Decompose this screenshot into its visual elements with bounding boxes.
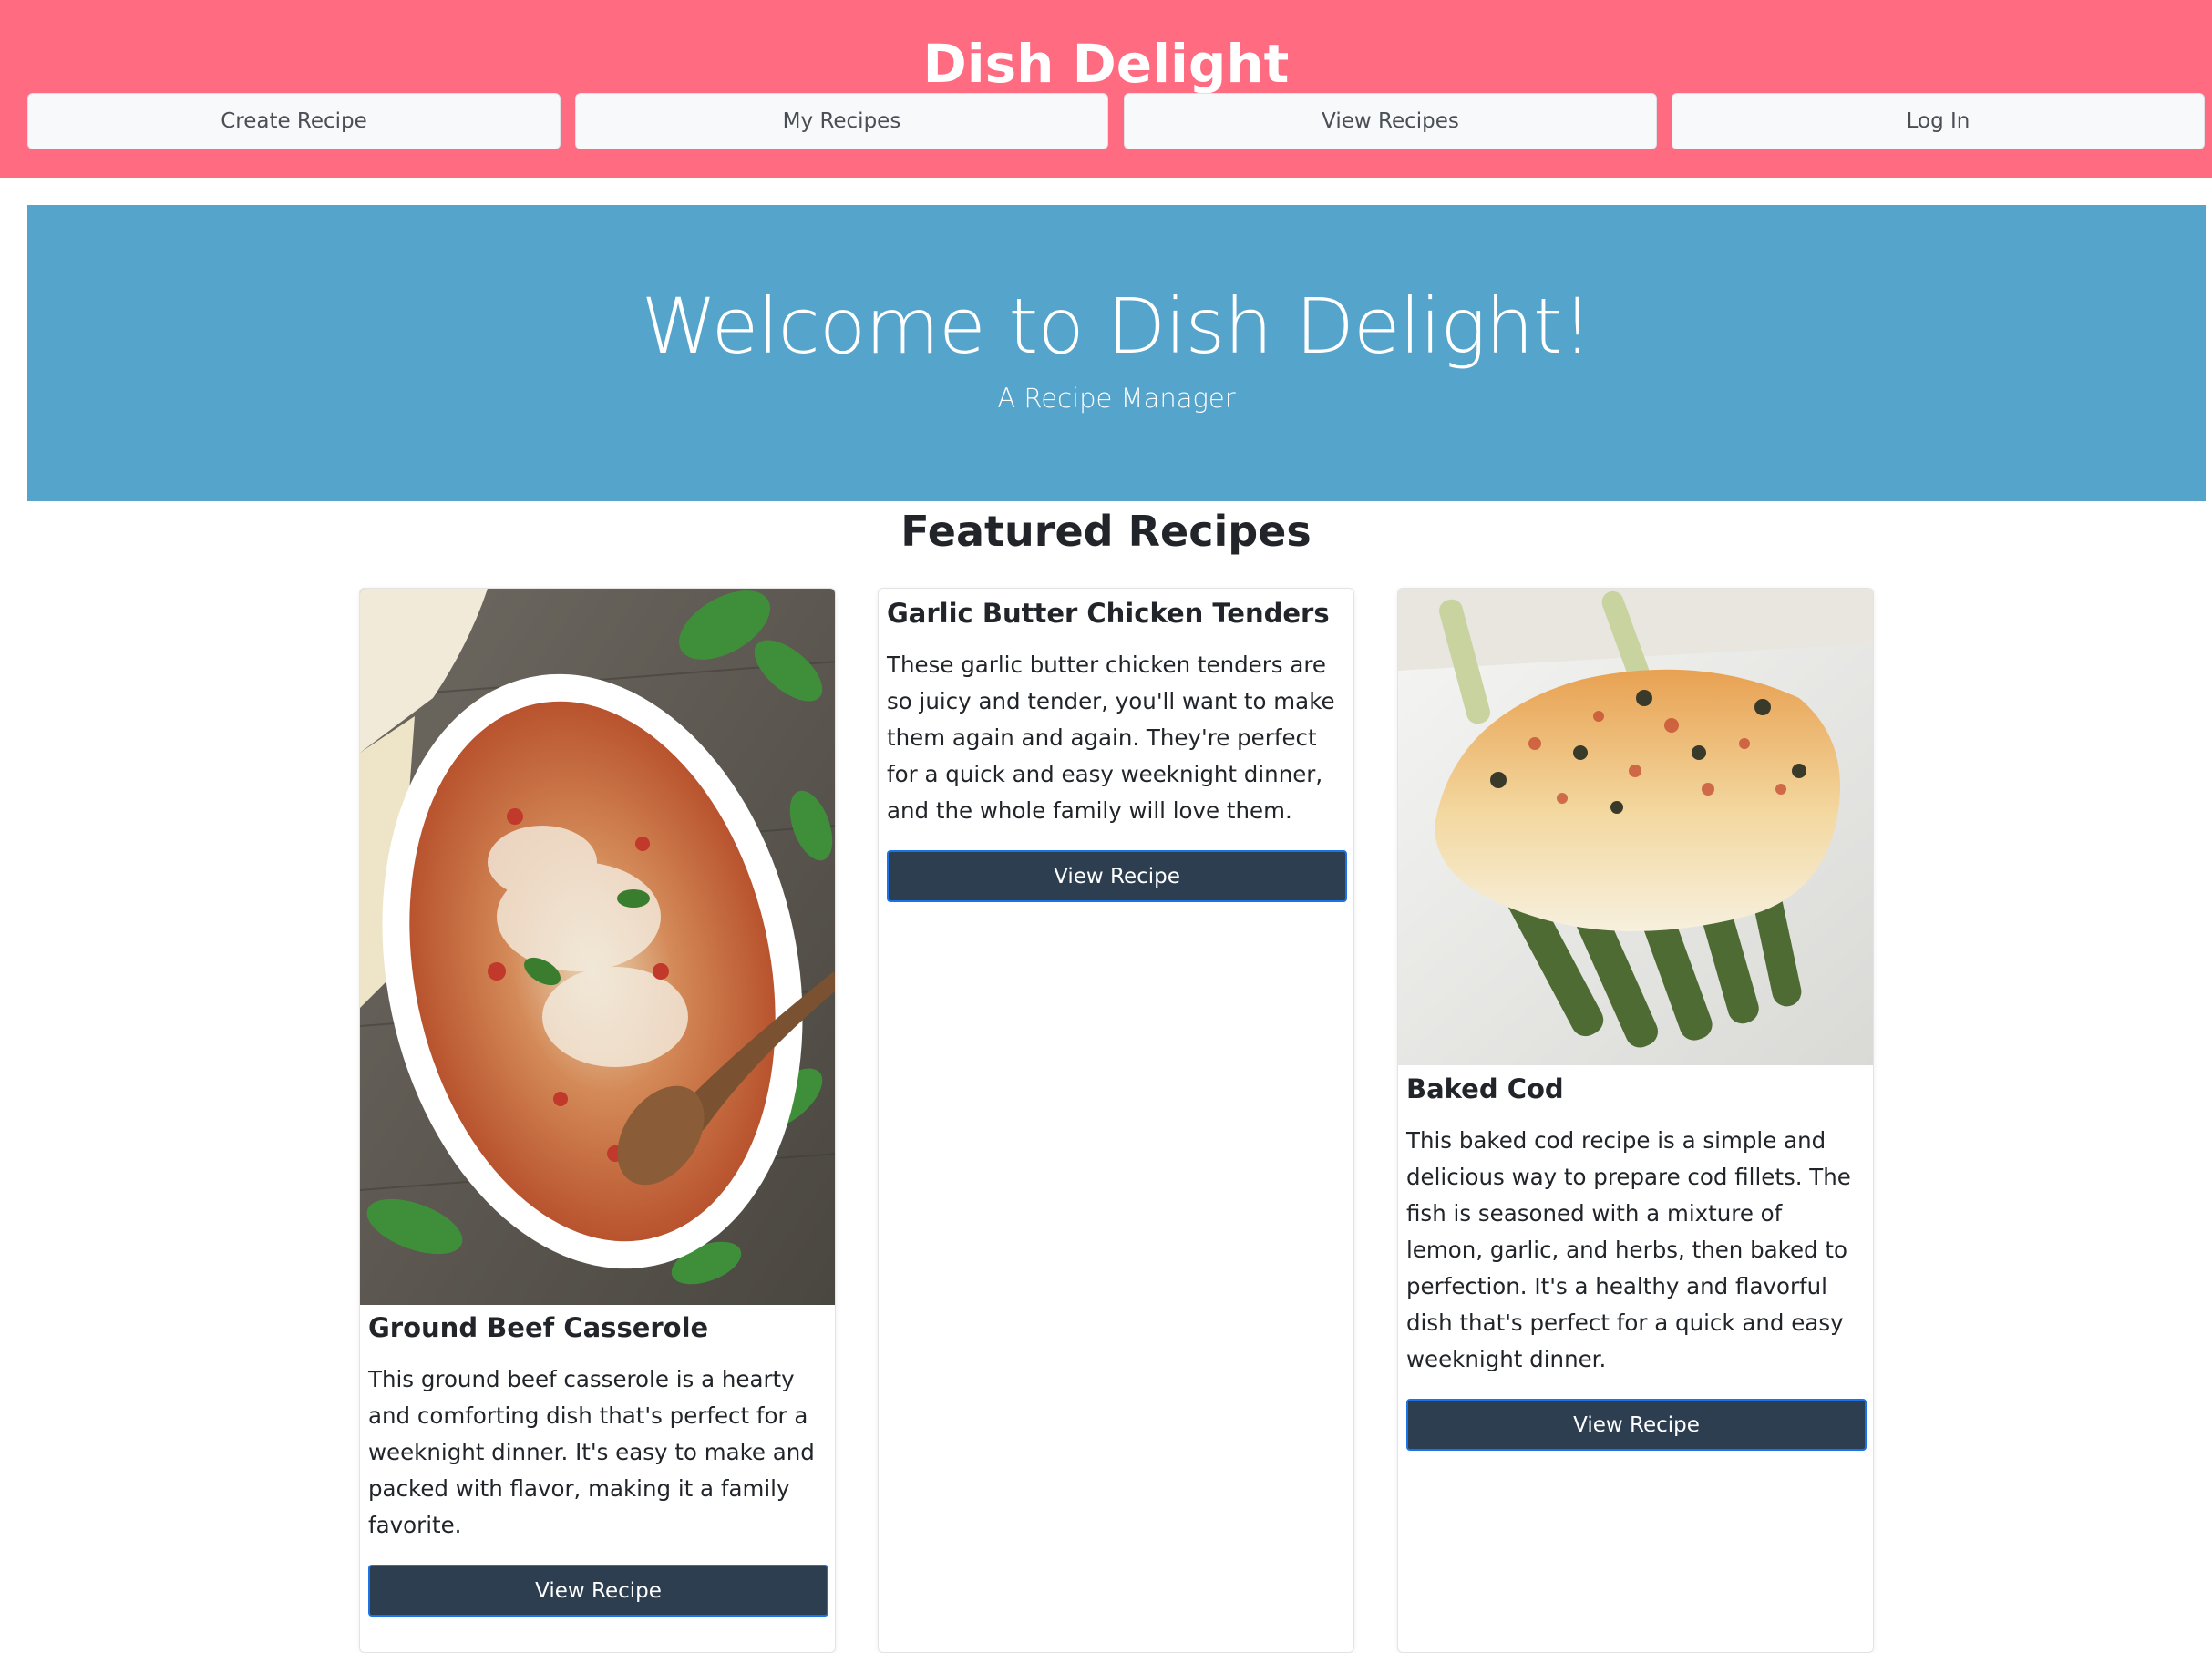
featured-heading: Featured Recipes: [900, 507, 1312, 556]
card-body: Baked Cod This baked cod recipe is a sim…: [1406, 1072, 1867, 1451]
site-header: Dish Delight Create Recipe My Recipes Vi…: [0, 0, 2212, 178]
nav-log-in-button[interactable]: Log In: [1672, 93, 2205, 149]
main-nav: Create Recipe My Recipes View Recipes Lo…: [27, 93, 2206, 149]
card-title: Garlic Butter Chicken Tenders: [887, 598, 1330, 629]
card-description: These garlic butter chicken tenders are …: [887, 652, 1335, 824]
nav-my-recipes-button[interactable]: My Recipes: [575, 93, 1108, 149]
baked-cod-photo: [1398, 589, 1873, 1065]
card-description: This ground beef casserole is a hearty a…: [368, 1366, 815, 1538]
card-body: Ground Beef Casserole This ground beef c…: [368, 1310, 828, 1617]
card-body: Garlic Butter Chicken Tenders These garl…: [887, 596, 1347, 902]
view-recipe-button[interactable]: View Recipe: [1406, 1399, 1867, 1451]
recipe-card-baked-cod: Baked Cod This baked cod recipe is a sim…: [1397, 588, 1874, 1653]
card-title: Baked Cod: [1406, 1073, 1564, 1104]
site-title: Dish Delight: [922, 33, 1290, 95]
view-recipe-button[interactable]: View Recipe: [368, 1565, 828, 1617]
hero-subtitle: A Recipe Manager: [997, 383, 1236, 414]
view-recipe-button[interactable]: View Recipe: [887, 850, 1347, 902]
nav-create-recipe-button[interactable]: Create Recipe: [27, 93, 561, 149]
casserole-photo: [360, 589, 835, 1305]
recipe-card-garlic-butter-chicken-tenders: Garlic Butter Chicken Tenders These garl…: [878, 588, 1354, 1653]
card-title: Ground Beef Casserole: [368, 1312, 709, 1343]
recipe-card-ground-beef-casserole: Ground Beef Casserole This ground beef c…: [359, 588, 836, 1653]
hero-banner: Welcome to Dish Delight! A Recipe Manage…: [27, 205, 2206, 501]
hero-title: Welcome to Dish Delight!: [641, 282, 1593, 371]
nav-view-recipes-button[interactable]: View Recipes: [1124, 93, 1657, 149]
card-description: This baked cod recipe is a simple and de…: [1406, 1127, 1851, 1372]
